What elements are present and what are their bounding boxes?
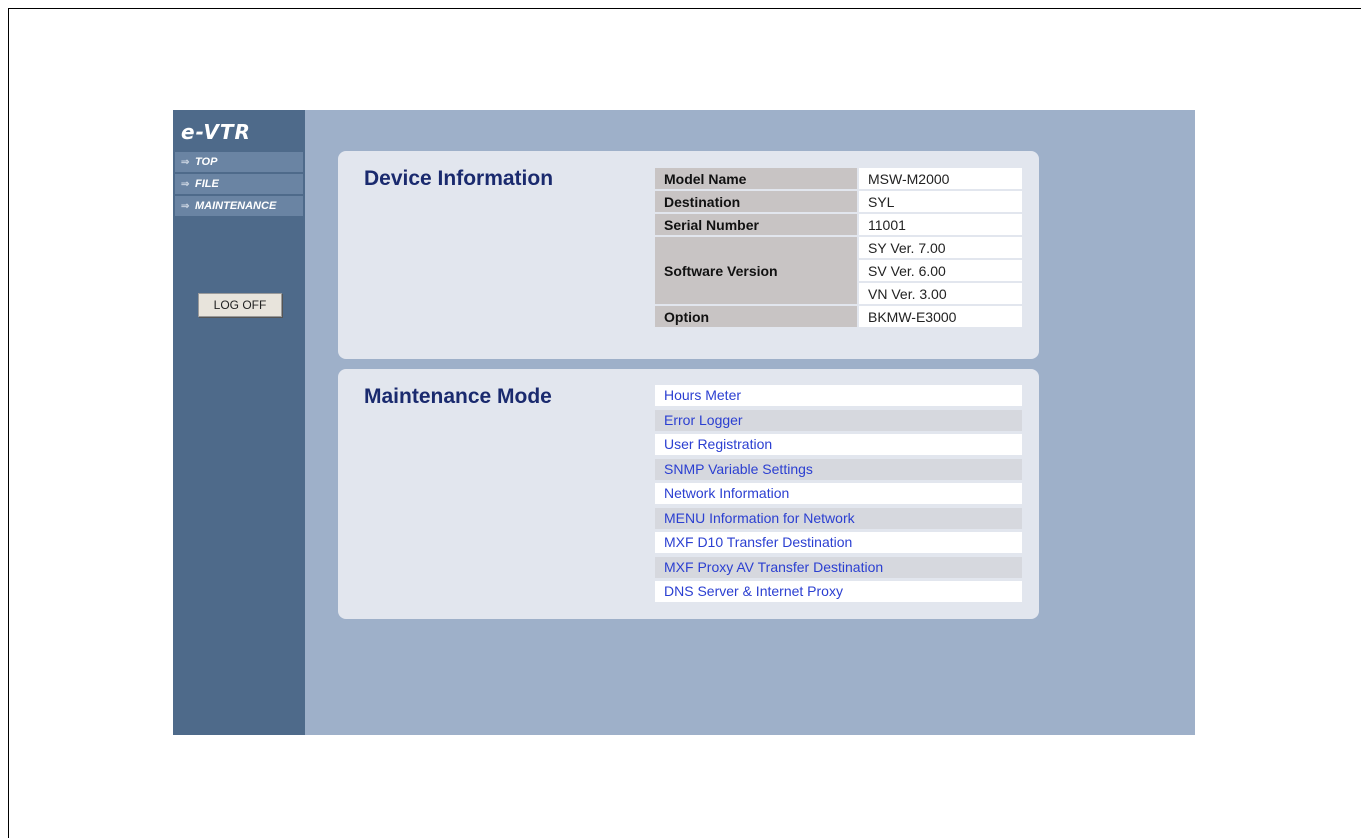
destination-value: SYL: [857, 191, 1022, 212]
option-value: BKMW-E3000: [857, 306, 1022, 327]
evtr-logo: e-VTR: [181, 120, 251, 144]
error-logger-link[interactable]: Error Logger: [655, 409, 1022, 431]
software-version-value: VN Ver. 3.00: [857, 283, 1022, 304]
user-registration-link[interactable]: User Registration: [655, 434, 1022, 455]
main-content: Device Information Model Name MSW-M2000 …: [305, 110, 1195, 735]
dns-server-proxy-link[interactable]: DNS Server & Internet Proxy: [655, 581, 1022, 602]
device-information-title: Device Information: [364, 167, 554, 190]
sidebar-item-file[interactable]: ⇒ FILE: [175, 174, 303, 194]
software-version-value: SY Ver. 7.00: [857, 237, 1022, 258]
sidebar: e-VTR ⇒ TOP ⇒ FILE ⇒ MAINTENANCE LOG OFF: [173, 110, 305, 735]
table-row: Serial Number 11001: [655, 214, 1022, 235]
arrow-right-icon: ⇒: [181, 157, 190, 168]
table-row: Option BKMW-E3000: [655, 306, 1022, 327]
sidebar-item-top[interactable]: ⇒ TOP: [175, 152, 303, 172]
maintenance-mode-title: Maintenance Mode: [364, 385, 552, 408]
destination-label: Destination: [655, 191, 857, 212]
serial-number-label: Serial Number: [655, 214, 857, 235]
model-name-value: MSW-M2000: [857, 168, 1022, 189]
serial-number-value: 11001: [857, 214, 1022, 235]
table-row: Software Version SY Ver. 7.00: [655, 237, 1022, 304]
snmp-variable-settings-link[interactable]: SNMP Variable Settings: [655, 458, 1022, 480]
menu-information-link[interactable]: MENU Information for Network: [655, 507, 1022, 529]
maintenance-mode-panel: Maintenance Mode Hours Meter Error Logge…: [338, 369, 1039, 619]
sidebar-item-maintenance[interactable]: ⇒ MAINTENANCE: [175, 196, 303, 216]
arrow-right-icon: ⇒: [181, 179, 190, 190]
mxf-d10-transfer-link[interactable]: MXF D10 Transfer Destination: [655, 532, 1022, 553]
sidebar-item-label: TOP: [195, 156, 218, 168]
network-information-link[interactable]: Network Information: [655, 483, 1022, 504]
maintenance-links: Hours Meter Error Logger User Registrati…: [655, 385, 1022, 606]
software-version-value: SV Ver. 6.00: [857, 260, 1022, 281]
table-row: Destination SYL: [655, 191, 1022, 212]
logoff-button[interactable]: LOG OFF: [198, 293, 282, 317]
table-row: Model Name MSW-M2000: [655, 168, 1022, 189]
sidebar-item-label: FILE: [195, 178, 219, 190]
model-name-label: Model Name: [655, 168, 857, 189]
app-window: e-VTR ⇒ TOP ⇒ FILE ⇒ MAINTENANCE LOG OFF De…: [173, 110, 1195, 735]
option-label: Option: [655, 306, 857, 327]
mxf-proxy-av-transfer-link[interactable]: MXF Proxy AV Transfer Destination: [655, 556, 1022, 578]
arrow-right-icon: ⇒: [181, 201, 190, 212]
sidebar-nav: ⇒ TOP ⇒ FILE ⇒ MAINTENANCE: [175, 152, 303, 218]
device-information-panel: Device Information Model Name MSW-M2000 …: [338, 151, 1039, 359]
device-info-table: Model Name MSW-M2000 Destination SYL Ser…: [655, 166, 1022, 329]
software-version-label: Software Version: [655, 237, 857, 304]
hours-meter-link[interactable]: Hours Meter: [655, 385, 1022, 406]
sidebar-item-label: MAINTENANCE: [195, 200, 277, 212]
